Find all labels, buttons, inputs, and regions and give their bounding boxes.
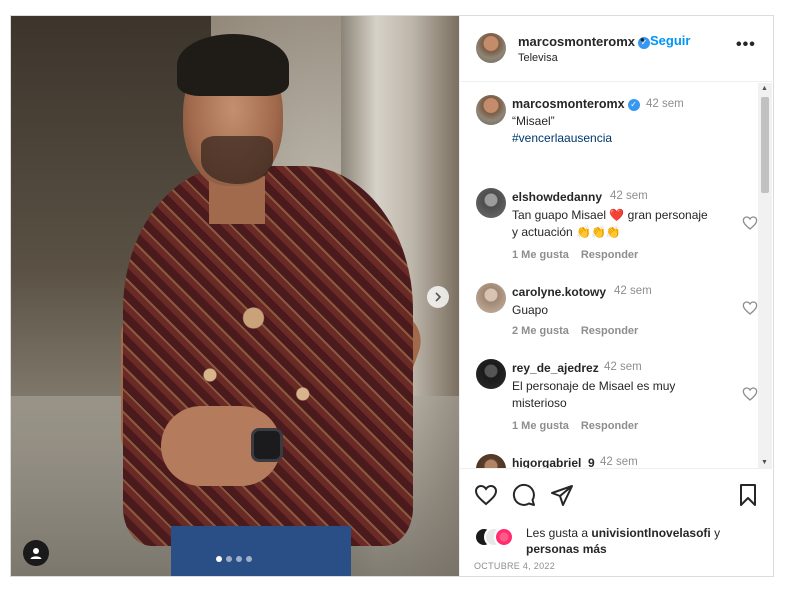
comment-likes[interactable]: 1 Me gusta — [512, 420, 569, 432]
comment-username[interactable]: carolyne.kotowy — [512, 285, 606, 299]
comment-meta: 1 Me gusta Responder — [512, 420, 638, 432]
carousel-next-button[interactable] — [427, 286, 449, 308]
comment-text: El personaje de Misael es muy misterioso — [512, 379, 676, 410]
scroll-down-arrow[interactable]: ▼ — [761, 459, 768, 466]
carousel-dot — [226, 556, 232, 562]
carousel-dot — [246, 556, 252, 562]
heart-icon[interactable] — [742, 300, 758, 316]
reply-button[interactable]: Responder — [581, 249, 638, 261]
chevron-right-icon — [435, 292, 442, 302]
comment-text: Tan guapo Misael ❤️ gran personaje y act… — [512, 208, 708, 239]
comment-text: Guapo — [512, 303, 549, 317]
avatar[interactable] — [476, 95, 506, 125]
verified-badge-icon: ✓ — [627, 98, 640, 111]
post-modal: marcosmonteromx ✓ • Seguir Televisa ••• m… — [10, 15, 774, 577]
post-header: marcosmonteromx ✓ • Seguir Televisa ••• — [460, 16, 774, 82]
post-date[interactable]: OCTUBRE 4, 2022 — [474, 561, 555, 571]
carousel-dot — [236, 556, 242, 562]
carousel-dot — [216, 556, 222, 562]
avatar[interactable] — [494, 527, 514, 547]
comment-time: 42 sem — [604, 361, 642, 373]
heart-icon[interactable] — [742, 386, 758, 402]
follow-button[interactable]: Seguir — [650, 33, 690, 48]
comment-time: 42 sem — [600, 456, 638, 468]
comment-username[interactable]: rey_de_ajedrez — [512, 361, 599, 375]
post-actions: Les gusta a univisiontlnovelasofi y pers… — [460, 468, 774, 576]
scrollbar-thumb[interactable] — [761, 97, 769, 193]
heart-icon[interactable] — [742, 215, 758, 231]
avatar[interactable] — [476, 359, 506, 389]
comment-username[interactable]: higorgabriel_9 — [512, 456, 595, 468]
caption-username[interactable]: marcosmonteromx ✓ — [512, 97, 640, 111]
comments-scrollbar[interactable]: ▲ ▼ — [758, 83, 772, 468]
comment-time: 42 sem — [614, 285, 652, 297]
comment-icon[interactable] — [512, 483, 536, 507]
comment-meta: 1 Me gusta Responder — [512, 249, 638, 261]
caption-hashtag[interactable]: #vencerlaausencia — [512, 131, 612, 145]
share-icon[interactable] — [550, 483, 574, 507]
location-link[interactable]: Televisa — [518, 52, 558, 64]
comment-likes[interactable]: 1 Me gusta — [512, 249, 569, 261]
avatar[interactable] — [476, 188, 506, 218]
tag-user-button[interactable] — [23, 540, 49, 566]
separator-dot: • — [640, 32, 645, 47]
avatar[interactable] — [476, 33, 506, 63]
bookmark-icon[interactable] — [736, 483, 760, 507]
more-icon[interactable]: ••• — [736, 36, 756, 54]
scroll-up-arrow[interactable]: ▲ — [761, 85, 768, 92]
likes-others[interactable]: personas más — [526, 542, 607, 556]
liker-username[interactable]: univisiontlnovelasofi — [591, 526, 710, 540]
post-photo[interactable] — [11, 16, 459, 576]
author-username[interactable]: marcosmonteromx ✓ — [518, 34, 651, 49]
comment-username[interactable]: elshowdedanny — [512, 190, 602, 204]
comment-time: 42 sem — [610, 190, 648, 202]
carousel-dots — [216, 556, 252, 562]
caption-text: “Misael” — [512, 114, 555, 128]
avatar[interactable] — [476, 283, 506, 313]
reply-button[interactable]: Responder — [581, 420, 638, 432]
post-side-panel: marcosmonteromx ✓ • Seguir Televisa ••• m… — [459, 16, 774, 576]
comments-list[interactable]: marcosmonteromx ✓ 42 sem “Misael” #vencer… — [460, 83, 774, 468]
avatar[interactable] — [476, 454, 506, 468]
reply-button[interactable]: Responder — [581, 325, 638, 337]
comment-likes[interactable]: 2 Me gusta — [512, 325, 569, 337]
comment-meta: 2 Me gusta Responder — [512, 325, 638, 337]
liker-avatars — [474, 527, 524, 547]
tag-user-icon — [30, 548, 42, 559]
likes-text[interactable]: Les gusta a univisiontlnovelasofi y pers… — [526, 525, 756, 557]
heart-icon[interactable] — [474, 483, 498, 507]
caption-time: 42 sem — [646, 98, 684, 110]
